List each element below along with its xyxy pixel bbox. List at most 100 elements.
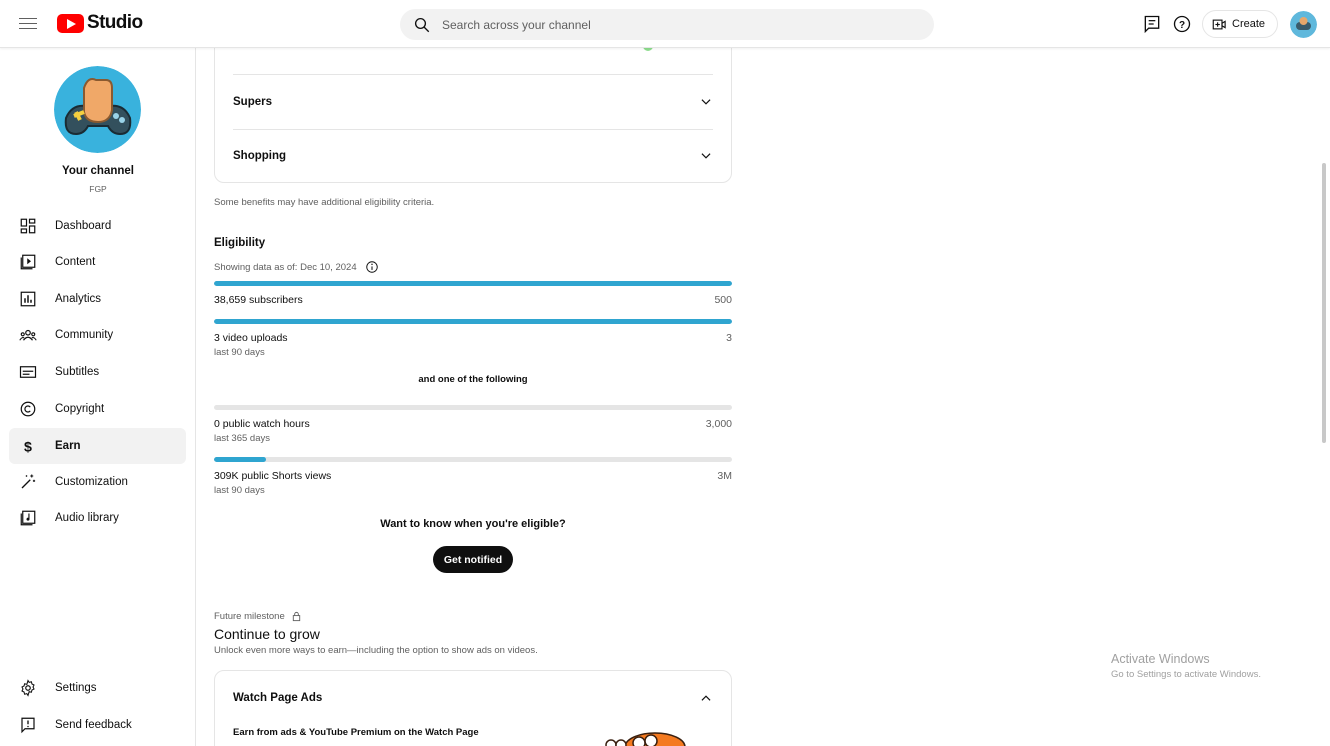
main-content: Supers Shopping Some benefits may have a…	[196, 48, 1330, 746]
channel-avatar[interactable]	[54, 66, 141, 153]
nav-label: Dashboard	[55, 220, 112, 232]
status-dot	[643, 48, 653, 51]
data-date: Showing data as of: Dec 10, 2024	[214, 261, 357, 273]
benefits-card: Supers Shopping	[214, 48, 732, 183]
nav-copyright[interactable]: Copyright	[9, 391, 186, 427]
nav-content[interactable]: Content	[9, 244, 186, 280]
channel-handle: FGP	[89, 184, 107, 194]
scrollbar[interactable]	[1322, 163, 1326, 443]
create-video-icon	[1212, 19, 1226, 29]
nav-label: Subtitles	[55, 366, 100, 378]
menu-icon[interactable]	[18, 14, 38, 34]
studio-logo[interactable]: Studio	[57, 12, 143, 34]
nav-earn[interactable]: $ Earn	[9, 428, 186, 464]
youtube-play-icon	[57, 13, 84, 33]
create-button[interactable]: Create	[1202, 10, 1278, 38]
metric-target: 3	[726, 332, 732, 344]
milestone-kicker: Future milestone	[214, 611, 285, 622]
metric-label: 0 public watch hours	[214, 418, 310, 430]
lock-icon	[292, 611, 300, 622]
activate-windows-watermark: Activate Windows Go to Settings to activ…	[1111, 652, 1261, 680]
metric-target: 500	[714, 294, 732, 306]
analytics-icon	[18, 289, 38, 309]
nav-send-feedback[interactable]: Send feedback	[9, 707, 186, 743]
supers-row[interactable]: Supers	[233, 75, 713, 129]
chevron-down-icon[interactable]	[699, 149, 713, 163]
shopping-row[interactable]: Shopping	[233, 129, 713, 183]
logo-text: Studio	[87, 12, 143, 33]
watermark-title: Activate Windows	[1111, 652, 1210, 666]
comments-icon[interactable]	[1142, 14, 1162, 34]
svg-text:?: ?	[1179, 20, 1185, 31]
nav-settings[interactable]: Settings	[9, 670, 186, 706]
row-label: Shopping	[233, 150, 287, 162]
milestone-description: Unlock even more ways to earn—including …	[214, 645, 538, 656]
search-input[interactable]	[442, 17, 902, 32]
get-notified-button[interactable]: Get notified	[433, 546, 513, 573]
account-avatar[interactable]	[1290, 11, 1317, 38]
dashboard-icon	[18, 216, 38, 236]
audio-library-icon	[18, 508, 38, 528]
nav-label: Settings	[55, 682, 97, 694]
gear-icon	[18, 678, 38, 698]
nav-label: Audio library	[55, 512, 119, 524]
nav-audio-library[interactable]: Audio library	[9, 500, 186, 536]
notify-question: Want to know when you're eligible?	[380, 518, 566, 530]
metric-period: last 90 days	[214, 347, 265, 358]
shorts-views-progress	[214, 457, 732, 462]
feedback-icon	[18, 715, 38, 735]
copyright-icon	[18, 399, 38, 419]
subtitles-icon	[18, 362, 38, 382]
magic-wand-icon	[18, 472, 38, 492]
nav-label: Analytics	[55, 293, 102, 305]
content-icon	[18, 252, 38, 272]
milestone-title: Continue to grow	[214, 626, 320, 642]
data-date-row: Showing data as of: Dec 10, 2024	[214, 260, 379, 274]
nav-label: Copyright	[55, 403, 105, 415]
metric-label: 309K public Shorts views	[214, 470, 332, 482]
nav-subtitles[interactable]: Subtitles	[9, 354, 186, 390]
progress-fill	[214, 281, 732, 286]
metric-target: 3,000	[705, 418, 732, 430]
watch-page-ads-card: Watch Page Ads Earn from ads & YouTube P…	[214, 670, 732, 746]
metric-label: 38,659 subscribers	[214, 294, 303, 306]
illustration	[605, 732, 686, 746]
benefits-note: Some benefits may have additional eligib…	[214, 197, 435, 208]
progress-fill	[214, 319, 732, 324]
progress-fill	[214, 457, 266, 462]
chevron-up-icon[interactable]	[699, 691, 713, 705]
watch-hours-row: 0 public watch hours 3,000	[214, 418, 732, 430]
nav-label: Community	[55, 329, 114, 341]
dollar-icon: $	[18, 436, 38, 456]
channel-title: Your channel	[62, 165, 134, 177]
nav-dashboard[interactable]: Dashboard	[9, 208, 186, 244]
shorts-views-row: 309K public Shorts views 3M	[214, 470, 732, 482]
watch-page-ads-row[interactable]: Watch Page Ads	[233, 671, 713, 725]
nav-label: Content	[55, 256, 96, 268]
search-bar[interactable]	[400, 9, 934, 40]
nav-label: Earn	[55, 440, 81, 452]
eligibility-title: Eligibility	[214, 237, 266, 249]
separator-text: and one of the following	[418, 374, 528, 385]
chevron-down-icon[interactable]	[699, 95, 713, 109]
nav-community[interactable]: Community	[9, 317, 186, 353]
section-subtitle: Earn from ads & YouTube Premium on the W…	[233, 727, 479, 738]
metric-label: 3 video uploads	[214, 332, 288, 344]
top-header: Studio ? Create	[0, 0, 1330, 48]
help-icon[interactable]: ?	[1172, 14, 1192, 34]
nav-label: Send feedback	[55, 719, 132, 731]
row-label: Watch Page Ads	[233, 692, 323, 704]
metric-period: last 365 days	[214, 433, 270, 444]
metric-period: last 90 days	[214, 485, 265, 496]
metric-target: 3M	[717, 470, 732, 482]
row-label: Supers	[233, 96, 272, 108]
nav-analytics[interactable]: Analytics	[9, 281, 186, 317]
uploads-row: 3 video uploads 3	[214, 332, 732, 344]
watch-hours-progress	[214, 405, 732, 410]
nav-customization[interactable]: Customization	[9, 464, 186, 500]
sidebar: Your channel FGP Dashboard Content Analy…	[0, 48, 196, 746]
info-icon[interactable]	[365, 260, 379, 274]
search-icon[interactable]	[413, 16, 431, 34]
community-icon	[18, 325, 38, 345]
nav-label: Customization	[55, 476, 128, 488]
